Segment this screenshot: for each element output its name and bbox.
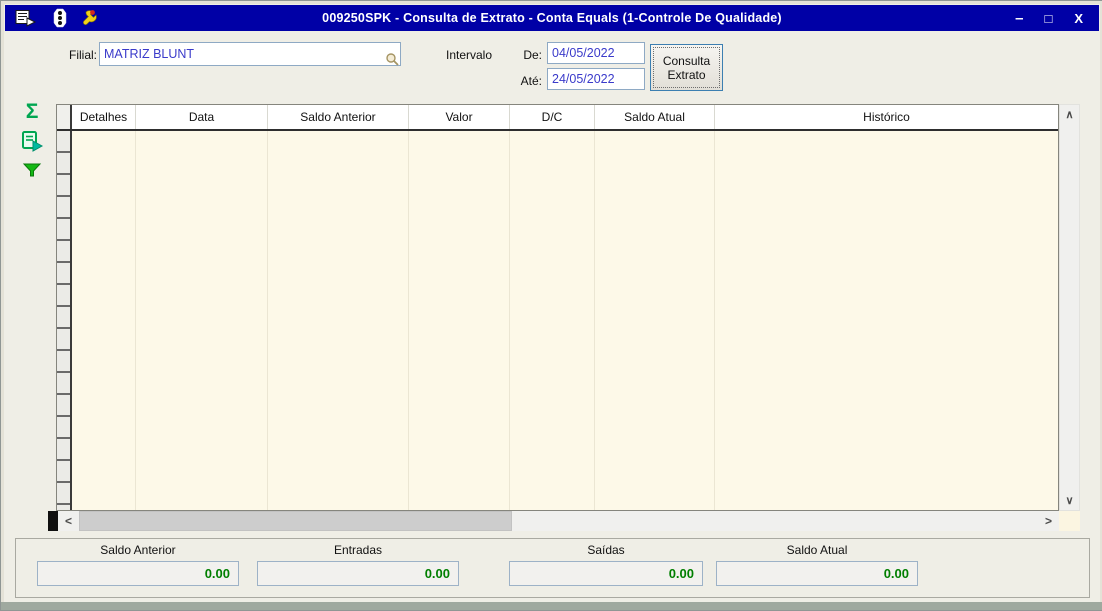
export-grid-icon[interactable] xyxy=(20,130,44,154)
summary-label: Saldo Anterior xyxy=(100,543,176,557)
de-label: De: xyxy=(523,48,542,62)
scroll-up-icon[interactable]: ∧ xyxy=(1060,105,1079,124)
summary-entradas: Entradas 0.00 xyxy=(257,543,459,586)
vertical-scrollbar[interactable]: ∧ ∨ xyxy=(1059,104,1080,511)
col-header-detalhes[interactable]: Detalhes xyxy=(72,105,136,129)
app-window: 009250SPK - Consulta de Extrato - Conta … xyxy=(0,0,1102,611)
summary-label: Saídas xyxy=(587,543,625,557)
scroll-right-icon[interactable]: > xyxy=(1038,511,1059,531)
wrench-icon[interactable] xyxy=(83,9,103,28)
col-header-saldo-anterior[interactable]: Saldo Anterior xyxy=(268,105,409,129)
close-button[interactable]: X xyxy=(1074,12,1083,25)
grid-header-row: Detalhes Data Saldo Anterior Valor D/C S… xyxy=(57,105,1058,131)
extrato-grid: Detalhes Data Saldo Anterior Valor D/C S… xyxy=(56,104,1059,511)
col-header-valor[interactable]: Valor xyxy=(409,105,510,129)
date-from-input[interactable] xyxy=(547,42,645,64)
filter-funnel-icon[interactable] xyxy=(22,161,42,179)
horizontal-scrollbar[interactable]: < > xyxy=(48,511,1059,531)
totem-icon[interactable] xyxy=(53,8,67,28)
ate-label: Até: xyxy=(520,74,542,88)
summary-saldo-atual: Saldo Atual 0.00 xyxy=(716,543,918,586)
filial-field-wrap xyxy=(99,42,401,66)
row-selector-header xyxy=(57,105,72,129)
summary-value: 0.00 xyxy=(257,561,459,586)
maximize-button[interactable]: □ xyxy=(1044,12,1052,25)
minimize-button[interactable]: – xyxy=(1015,11,1023,26)
summary-value: 0.00 xyxy=(509,561,703,586)
summary-value: 0.00 xyxy=(716,561,918,586)
hscroll-thumb[interactable] xyxy=(79,511,512,531)
intervalo-label: Intervalo xyxy=(446,48,493,62)
window-title: 009250SPK - Consulta de Extrato - Conta … xyxy=(322,11,782,25)
scrollbar-corner xyxy=(1059,511,1080,531)
hscroll-track[interactable] xyxy=(512,511,1038,531)
col-header-saldo-atual[interactable]: Saldo Atual xyxy=(595,105,715,129)
export-report-icon[interactable] xyxy=(15,9,37,27)
magnifier-icon[interactable] xyxy=(385,52,399,66)
row-selector-gutter xyxy=(57,131,72,510)
summary-saldo-anterior: Saldo Anterior 0.00 xyxy=(37,543,239,586)
current-row-marker xyxy=(48,511,58,531)
col-header-data[interactable]: Data xyxy=(136,105,268,129)
title-bar: 009250SPK - Consulta de Extrato - Conta … xyxy=(5,5,1099,31)
summary-value: 0.00 xyxy=(37,561,239,586)
filial-input[interactable] xyxy=(99,42,401,66)
scroll-left-icon[interactable]: < xyxy=(58,511,79,531)
summary-saidas: Saídas 0.00 xyxy=(509,543,703,586)
scroll-down-icon[interactable]: ∨ xyxy=(1060,491,1079,510)
consulta-extrato-button[interactable]: Consulta Extrato xyxy=(650,44,723,91)
grid-body[interactable] xyxy=(57,131,1058,510)
sum-sigma-icon[interactable]: Σ xyxy=(26,101,39,123)
summary-panel: Saldo Anterior 0.00 Entradas 0.00 Saídas… xyxy=(15,538,1090,598)
col-header-historico[interactable]: Histórico xyxy=(715,105,1058,129)
side-toolbar: Σ xyxy=(18,101,46,179)
col-header-dc[interactable]: D/C xyxy=(510,105,595,129)
summary-label: Saldo Atual xyxy=(786,543,848,557)
filial-label: Filial: xyxy=(68,48,97,62)
summary-label: Entradas xyxy=(333,543,383,557)
date-to-input[interactable] xyxy=(547,68,645,90)
